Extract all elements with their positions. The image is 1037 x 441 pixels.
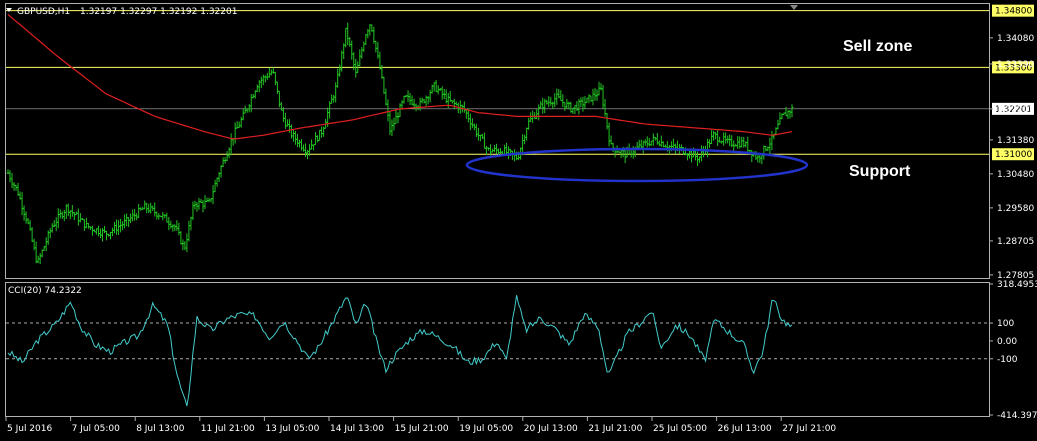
price-axis-label: 1.29580 [997,204,1034,214]
time-axis-label: 25 Jul 05:00 [653,424,707,434]
time-axis-label: 27 Jul 21:00 [782,424,836,434]
time-axis-label: 14 Jul 13:00 [330,424,384,434]
price-axis-label: 1.27805 [997,271,1034,281]
cci-axis-label: -100 [997,355,1018,365]
quote-values: 1.32197 1.32297 1.32192 1.32201 [80,7,237,17]
cci-axis-label: 0.00 [997,337,1017,347]
price-axis-label: 1.28705 [997,237,1034,247]
support-label: Support [849,163,911,180]
price-axis-label: 1.30480 [997,170,1034,180]
sell-zone-label: Sell zone [843,38,912,55]
time-axis-label: 8 Jul 13:00 [136,424,185,434]
time-axis-label: 13 Jul 05:00 [265,424,319,434]
level-price-tag-label: 1.34800 [995,7,1032,17]
cci-axis-label: -414.3973 [997,411,1037,421]
symbol-label: GBPUSD,H1 [17,7,70,17]
level-price-tag-label: 1.31000 [995,150,1032,160]
cci-axis-label: 318.4953 [997,280,1037,290]
cci-axis-label: 100 [997,319,1014,329]
chart-canvas: 1.348001.333001.310001.32201 318.4953100… [0,0,1037,441]
price-axis-label: 1.32201 [997,105,1034,115]
time-axis-label: 5 Jul 2016 [7,424,52,434]
time-axis-label: 15 Jul 21:00 [395,424,449,434]
price-axis-label: 1.34080 [997,34,1034,44]
time-axis-label: 21 Jul 21:00 [588,424,642,434]
price-axis-label: 1.33390 [997,60,1034,70]
time-axis-label: 20 Jul 13:00 [524,424,578,434]
time-axis-label: 26 Jul 13:00 [718,424,772,434]
cci-indicator-label: CCI(20) 74.2322 [8,286,82,296]
time-axis-label: 19 Jul 05:00 [459,424,513,434]
time-axis-label: 7 Jul 05:00 [72,424,121,434]
time-axis-label: 11 Jul 21:00 [201,424,255,434]
chart-background [0,0,1037,441]
price-axis-label: 1.31380 [997,136,1034,146]
